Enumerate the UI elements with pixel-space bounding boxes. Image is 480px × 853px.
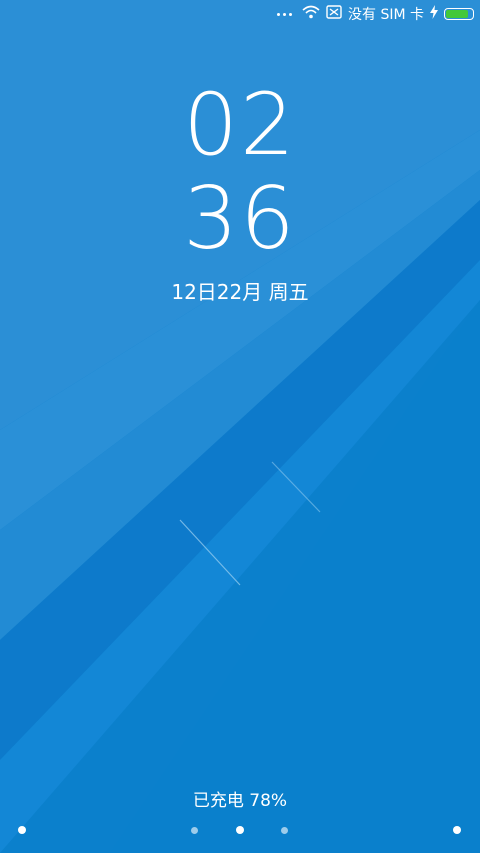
camera-shortcut-icon[interactable]	[453, 826, 461, 834]
sim-status-text: 没有 SIM 卡	[348, 7, 424, 23]
date-label: 12日22月 周五	[171, 280, 309, 304]
battery-icon	[444, 8, 474, 20]
clock-minutes: 36	[183, 169, 297, 269]
page-indicator-2-active	[236, 826, 244, 834]
wifi-icon	[302, 5, 320, 23]
more-dots-icon	[277, 12, 292, 16]
battery-fill	[446, 10, 469, 18]
charging-bolt-icon	[430, 5, 438, 23]
clock-hours: 02	[183, 75, 297, 175]
page-indicator-3	[281, 827, 288, 834]
no-sim-icon	[326, 5, 342, 23]
page-indicator-1	[191, 827, 198, 834]
left-shortcut-dot[interactable]	[18, 826, 26, 834]
status-bar: 没有 SIM 卡	[0, 0, 480, 28]
charging-status: 已充电 78%	[192, 791, 288, 811]
